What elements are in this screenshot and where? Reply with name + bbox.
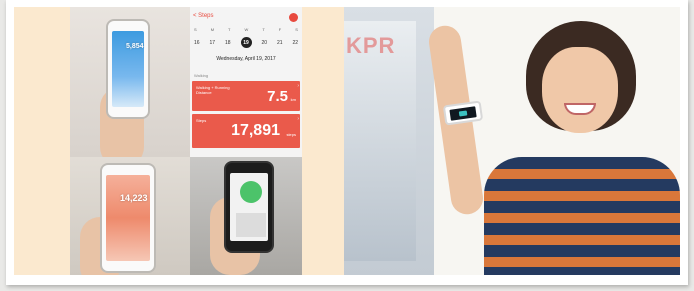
weekday-label: S [194,27,197,32]
image-frame: 5,854 14,223 < Steps S M T W T F S 16 17… [6,0,688,285]
date-cell[interactable]: 21 [277,40,283,48]
weekday-label: T [228,27,231,32]
avatar-icon[interactable] [289,13,298,22]
face [542,47,618,133]
health-app-screenshot: < Steps S M T W T F S 16 17 18 19 20 21 … [190,7,302,157]
phone-screen: 14,223 [106,175,150,261]
weekday-label: W [244,27,249,32]
steps-card[interactable]: Steps 17,891 steps › [192,114,300,148]
smartphone [224,161,274,253]
chevron-right-icon: › [297,83,299,89]
weekday-label: M [210,27,215,32]
step-reading: 5,854 [126,43,144,50]
background-poster: KPR [344,21,416,261]
card-unit: km [290,97,296,102]
weekday-label: F [278,27,282,32]
phone-screen: 5,854 [112,31,144,107]
photo-phone-bottom-left: 14,223 [70,157,190,275]
date-row: 16 17 18 19 20 21 22 [194,37,298,48]
card-value: 17,891 [231,122,280,139]
date-cell[interactable]: 17 [210,40,216,48]
card-label: Walking + Running Distance [196,85,230,95]
status-bar [190,7,302,12]
smartphone: 14,223 [100,163,156,273]
date-cell[interactable]: 18 [225,40,231,48]
date-cell[interactable]: 20 [261,40,267,48]
activity-ring-icon [240,181,262,203]
date-cell[interactable]: 22 [292,40,298,48]
phone-screen [230,173,268,241]
selected-date-label: Wednesday, April 19, 2017 [216,56,276,62]
watch-screen [449,106,477,121]
chevron-right-icon: › [297,116,299,122]
smartphone: 5,854 [106,19,150,119]
weekday-label: T [262,27,265,32]
watch-display [458,110,468,117]
step-reading: 14,223 [120,193,148,203]
poster-lettering: KPR [346,33,396,58]
photo-woman-smartwatch: KPR [344,7,680,275]
section-label: Walking [194,73,209,78]
date-cell-selected[interactable]: 19 [240,37,252,48]
photo-phone-bottom-right [190,157,302,275]
date-cell[interactable]: 16 [194,40,200,48]
back-link[interactable]: < Steps [193,13,214,19]
striped-shirt [484,157,680,275]
distance-card[interactable]: Walking + Running Distance 7.5 km › [192,81,300,111]
photo-phone-top-left: 5,854 [70,7,190,157]
collage: 5,854 14,223 < Steps S M T W T F S 16 17… [14,7,680,275]
weekday-label: S [295,27,298,32]
card-value: 7.5 [267,88,288,105]
card-unit: steps [286,132,296,137]
screen-panel [236,213,266,237]
weekday-row: S M T W T F S [194,27,298,32]
